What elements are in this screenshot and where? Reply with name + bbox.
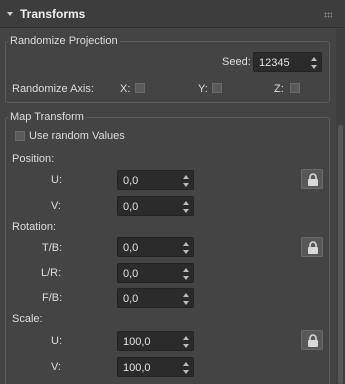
rotation-tb-label: T/B: [42, 242, 63, 254]
position-v-value[interactable]: 0,0 [123, 201, 138, 213]
axis-z-checkbox[interactable] [290, 83, 300, 93]
position-u-label: U: [51, 174, 62, 186]
randomize-axis-label: Randomize Axis: [12, 83, 94, 95]
axis-y-checkbox[interactable] [212, 83, 222, 93]
lock-icon [308, 241, 318, 254]
scale-u-label: U: [51, 335, 62, 347]
lock-icon [308, 334, 318, 347]
spinner-arrows-icon[interactable] [183, 293, 189, 305]
scale-u-value[interactable]: 100,0 [123, 336, 151, 348]
rotation-tb-value[interactable]: 0,0 [123, 242, 138, 254]
seed-value[interactable]: 12345 [259, 57, 290, 69]
seed-label: Seed: [222, 56, 251, 68]
axis-z-label: Z: [274, 83, 284, 95]
position-label: Position: [12, 153, 55, 165]
rotation-lr-label: L/R: [41, 267, 62, 279]
rotation-lr-spinner[interactable]: 0,0 [117, 263, 194, 283]
scrollbar[interactable] [336, 29, 345, 384]
rotation-tb-spinner[interactable]: 0,0 [117, 237, 194, 257]
scale-v-value[interactable]: 100,0 [123, 362, 151, 374]
scale-lock-button[interactable] [301, 330, 323, 350]
rotation-label: Rotation: [12, 221, 57, 233]
spinner-arrows-icon[interactable] [183, 201, 189, 213]
position-u-value[interactable]: 0,0 [123, 175, 138, 187]
rotation-fb-spinner[interactable]: 0,0 [117, 288, 194, 308]
scrollbar-thumb[interactable] [338, 125, 343, 384]
spinner-arrows-icon[interactable] [183, 242, 189, 254]
grip-icon[interactable] [324, 12, 332, 18]
rollout-title: Transforms [20, 7, 86, 21]
position-u-spinner[interactable]: 0,0 [117, 170, 194, 190]
axis-x-label: X: [120, 83, 131, 95]
lock-icon [308, 173, 318, 186]
use-random-values-label[interactable]: Use random Values [29, 130, 125, 142]
spinner-arrows-icon[interactable] [183, 175, 189, 187]
scale-v-label: V: [51, 361, 61, 373]
position-lock-button[interactable] [301, 169, 323, 189]
spinner-arrows-icon[interactable] [183, 336, 189, 348]
transforms-rollout-header[interactable]: Transforms [0, 0, 345, 28]
axis-x-checkbox[interactable] [135, 83, 145, 93]
rotation-lock-button[interactable] [301, 237, 323, 257]
spinner-arrows-icon[interactable] [183, 268, 189, 280]
position-v-label: V: [51, 200, 61, 212]
scale-v-spinner[interactable]: 100,0 [117, 357, 194, 377]
axis-y-label: Y: [198, 83, 208, 95]
spinner-arrows-icon[interactable] [183, 362, 189, 374]
position-v-spinner[interactable]: 0,0 [117, 196, 194, 216]
seed-spinner-arrows-icon[interactable] [311, 57, 317, 69]
randomize-projection-title: Randomize Projection [8, 35, 120, 47]
rotation-lr-value[interactable]: 0,0 [123, 268, 138, 280]
scale-label: Scale: [12, 313, 43, 325]
seed-spinner[interactable]: 12345 [253, 52, 322, 72]
rotation-fb-value[interactable]: 0,0 [123, 293, 138, 305]
scale-u-spinner[interactable]: 100,0 [117, 331, 194, 351]
use-random-values-checkbox[interactable] [15, 131, 25, 141]
collapse-arrow-icon[interactable] [7, 12, 13, 16]
rotation-fb-label: F/B: [42, 292, 63, 304]
map-transform-title: Map Transform [8, 111, 86, 123]
